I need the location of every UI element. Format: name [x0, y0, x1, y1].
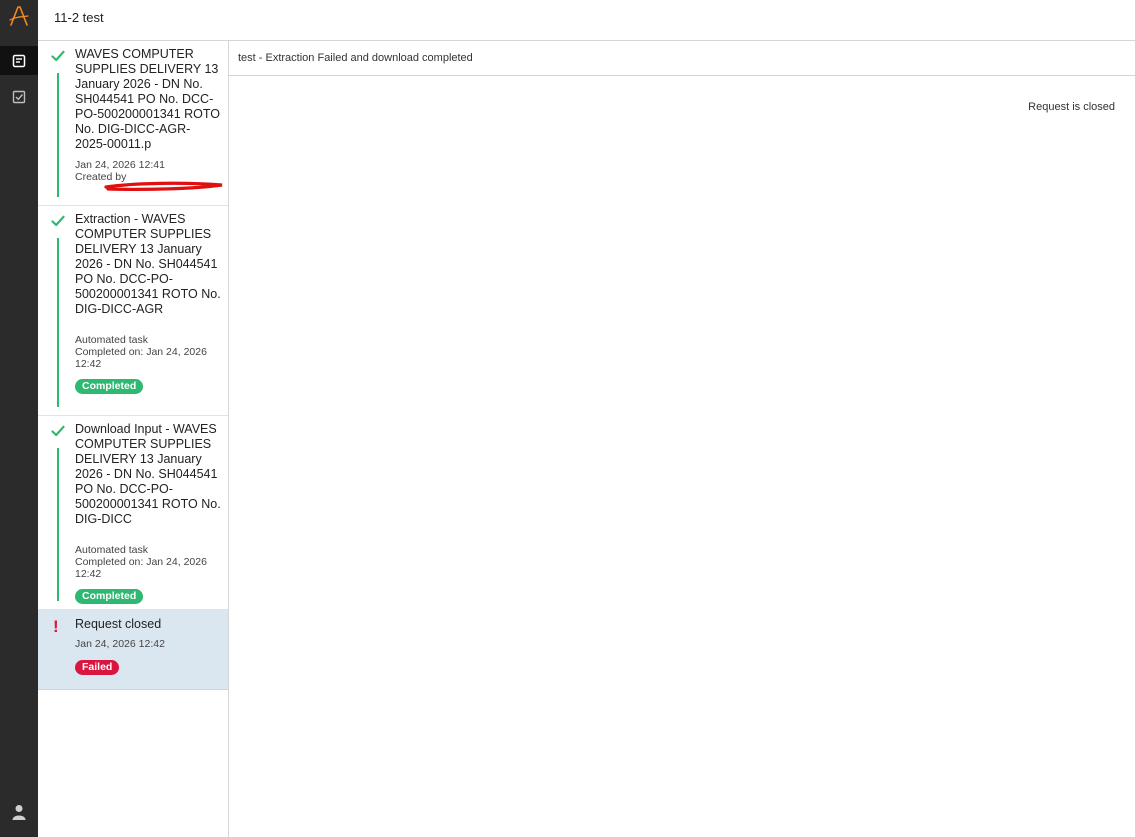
step-task-type: Automated task: [75, 334, 148, 346]
step-title: WAVES COMPUTER SUPPLIES DELIVERY 13 Janu…: [75, 47, 221, 151]
exclamation-icon: !: [53, 617, 59, 636]
header: 11-2 test: [38, 0, 1135, 41]
timeline-step[interactable]: WAVES COMPUTER SUPPLIES DELIVERY 13 Janu…: [38, 41, 228, 206]
request-status-text: Request is closed: [1028, 101, 1115, 113]
step-task-type: Automated task: [75, 544, 148, 556]
status-badge: Failed: [75, 660, 120, 675]
timeline-step[interactable]: Extraction - WAVES COMPUTER SUPPLIES DEL…: [38, 206, 228, 416]
main-content: test - Extraction Failed and download co…: [229, 41, 1135, 837]
timeline-connector: [57, 73, 59, 197]
step-date: Jan 24, 2026 12:42: [75, 638, 165, 650]
redaction-mark: [104, 181, 223, 191]
request-subheader: test - Extraction Failed and download co…: [229, 41, 1135, 76]
status-badge: Completed: [75, 589, 144, 604]
step-date: Jan 24, 2026 12:41: [75, 159, 165, 171]
user-icon[interactable]: [0, 801, 38, 823]
status-badge: Completed: [75, 379, 144, 394]
logo-icon[interactable]: [8, 4, 30, 28]
check-icon: [51, 215, 65, 227]
timeline-connector: [57, 448, 59, 601]
timeline-step[interactable]: Download Input - WAVES COMPUTER SUPPLIES…: [38, 416, 228, 610]
step-title: Request closed: [75, 617, 162, 631]
step-completed-on: Completed on: Jan 24, 2026 12:42: [75, 346, 207, 370]
left-rail: [0, 0, 38, 837]
timeline-step-selected[interactable]: ! Request closed Jan 24, 2026 12:42 Fail…: [38, 610, 228, 690]
check-icon: [51, 425, 65, 437]
timeline-panel: WAVES COMPUTER SUPPLIES DELIVERY 13 Janu…: [38, 41, 229, 837]
check-icon: [51, 50, 65, 62]
step-title: Download Input - WAVES COMPUTER SUPPLIES…: [75, 422, 221, 526]
step-completed-on: Completed on: Jan 24, 2026 12:42: [75, 556, 207, 580]
page-title: 11-2 test: [54, 10, 104, 25]
tasks-icon[interactable]: [0, 82, 38, 111]
requests-icon[interactable]: [0, 46, 38, 75]
step-title: Extraction - WAVES COMPUTER SUPPLIES DEL…: [75, 212, 221, 316]
timeline-connector: [57, 238, 59, 407]
